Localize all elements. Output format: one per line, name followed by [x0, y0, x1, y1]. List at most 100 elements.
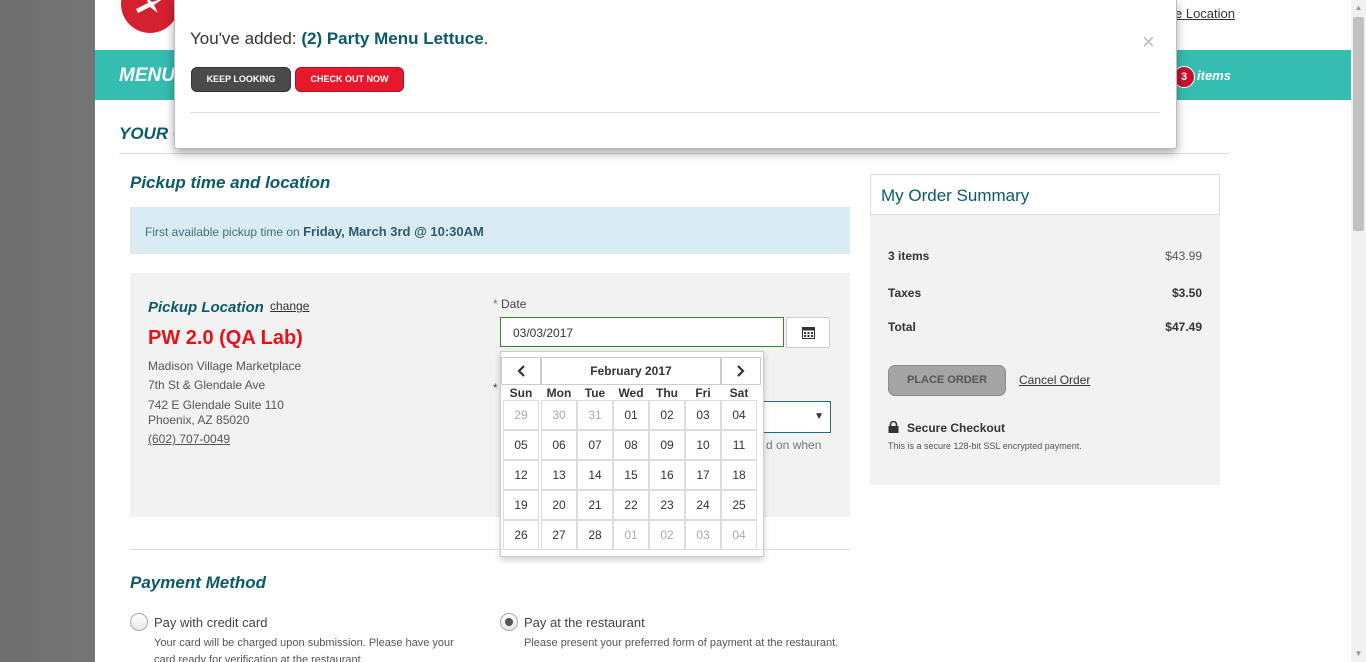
- calendar-button[interactable]: [786, 317, 830, 348]
- calendar-day[interactable]: 01: [613, 520, 649, 550]
- calendar-day[interactable]: 18: [721, 460, 757, 490]
- calendar-day[interactable]: 27: [541, 520, 577, 550]
- address-line-1: Madison Village Marketplace: [148, 359, 302, 373]
- pickup-location-title: Pickup Location: [148, 299, 264, 316]
- datepicker-next-button[interactable]: [721, 357, 761, 385]
- weekday-sun: Sun: [509, 386, 533, 400]
- weekday-thu: Thu: [656, 386, 678, 400]
- calendar-day[interactable]: 15: [613, 460, 649, 490]
- calendar-day[interactable]: 29: [503, 400, 539, 430]
- location-name: PW 2.0 (QA Lab): [148, 327, 303, 349]
- address-line-2: 7th St & Glendale Ave: [148, 378, 266, 392]
- chevron-right-icon: [737, 365, 745, 377]
- chevron-left-icon: [517, 365, 525, 377]
- datepicker: February 2017 Sun Mon Tue Wed Thu Fri Sat 29 30 3…: [500, 351, 764, 557]
- items-value: $43.99: [1165, 249, 1202, 263]
- modal-divider: [190, 112, 1160, 113]
- first-available-banner: First available pickup time on Friday, M…: [130, 207, 850, 254]
- calendar-day[interactable]: 26: [503, 520, 539, 550]
- date-input-value: 03/03/2017: [513, 326, 574, 340]
- calendar-day[interactable]: 05: [503, 430, 539, 460]
- order-summary: My Order Summary 3 items $43.99 Taxes $3…: [870, 174, 1220, 485]
- brand-logo[interactable]: [121, 0, 179, 33]
- weekday-sat: Sat: [729, 386, 749, 400]
- check-out-now-button[interactable]: CHECK OUT NOW: [295, 67, 404, 92]
- calendar-day[interactable]: 02: [649, 520, 685, 550]
- first-available-prefix: First available pickup time on: [145, 225, 300, 239]
- place-order-button[interactable]: PLACE ORDER: [888, 365, 1006, 396]
- cart-items-label: items: [1197, 68, 1231, 83]
- menu-link[interactable]: MENU: [119, 65, 175, 87]
- order-summary-header: My Order Summary: [870, 174, 1220, 215]
- calendar-icon: [802, 327, 815, 339]
- secure-checkout-title: Secure Checkout: [907, 421, 1006, 435]
- pay-credit-label[interactable]: Pay with credit card: [154, 615, 267, 630]
- time-help-text: d on when: [766, 438, 822, 452]
- change-pickup-location-link[interactable]: change: [270, 299, 309, 313]
- pickup-section-title: Pickup time and location: [130, 173, 331, 192]
- scrollbar[interactable]: ▲ ▼: [1351, 0, 1366, 662]
- added-suffix: .: [483, 29, 489, 48]
- calendar-day[interactable]: 21: [577, 490, 613, 520]
- pay-credit-description: Your card will be charged upon submissio…: [154, 637, 454, 662]
- calendar-day[interactable]: 12: [503, 460, 539, 490]
- added-to-cart-modal: You've added: (2) Party Menu Lettuce. KE…: [174, 0, 1177, 149]
- keep-looking-button[interactable]: KEEP LOOKING: [191, 67, 291, 92]
- secure-checkout-description: This is a secure 128-bit SSL encrypted p…: [888, 441, 1082, 451]
- scroll-down-icon[interactable]: ▼: [1351, 646, 1366, 662]
- calendar-day[interactable]: 07: [577, 430, 613, 460]
- calendar-day[interactable]: 20: [541, 490, 577, 520]
- total-value: $47.49: [1165, 320, 1202, 334]
- calendar-day[interactable]: 17: [685, 460, 721, 490]
- weekday-wed: Wed: [618, 386, 644, 400]
- calendar-day[interactable]: 16: [649, 460, 685, 490]
- scroll-up-icon[interactable]: ▲: [1351, 0, 1366, 16]
- cancel-order-link[interactable]: Cancel Order: [1019, 373, 1090, 387]
- datepicker-prev-button[interactable]: [501, 357, 541, 385]
- taxes-value: $3.50: [1171, 286, 1202, 300]
- calendar-day[interactable]: 08: [613, 430, 649, 460]
- calendar-day[interactable]: 24: [685, 490, 721, 520]
- calendar-day[interactable]: 25: [721, 490, 757, 520]
- calendar-day[interactable]: 04: [721, 520, 757, 550]
- calendar-day[interactable]: 22: [613, 490, 649, 520]
- date-input[interactable]: 03/03/2017: [500, 317, 784, 347]
- change-location-link[interactable]: e Location: [1175, 6, 1235, 21]
- calendar-day[interactable]: 06: [541, 430, 577, 460]
- dropdown-arrow-icon: ▼: [814, 411, 824, 422]
- calendar-day[interactable]: 04: [721, 400, 757, 430]
- calendar-day[interactable]: 31: [577, 400, 613, 430]
- calendar-day[interactable]: 02: [649, 400, 685, 430]
- first-available-text: First available pickup time on Friday, M…: [145, 224, 484, 239]
- calendar-day[interactable]: 19: [503, 490, 539, 520]
- first-available-value: Friday, March 3rd @ 10:30AM: [303, 224, 484, 239]
- total-label: Total: [888, 320, 916, 334]
- items-label: 3 items: [888, 249, 930, 263]
- close-icon[interactable]: ×: [1142, 31, 1155, 53]
- pay-credit-radio[interactable]: [130, 613, 148, 631]
- secure-checkout: Secure Checkout: [888, 421, 1005, 435]
- calendar-day[interactable]: 09: [649, 430, 685, 460]
- calendar-day[interactable]: 01: [613, 400, 649, 430]
- scrollbar-thumb[interactable]: [1353, 17, 1364, 231]
- calendar-day[interactable]: 10: [685, 430, 721, 460]
- calendar-day[interactable]: 14: [577, 460, 613, 490]
- calendar-day[interactable]: 11: [721, 430, 757, 460]
- calendar-day[interactable]: 13: [541, 460, 577, 490]
- pay-restaurant-description: Please present your preferred form of pa…: [524, 637, 839, 649]
- datepicker-month-title[interactable]: February 2017: [541, 357, 721, 385]
- phone-link[interactable]: (602) 707-0049: [148, 432, 230, 446]
- divider: [130, 549, 850, 550]
- weekday-tue: Tue: [584, 386, 606, 400]
- calendar-day[interactable]: 28: [577, 520, 613, 550]
- pay-restaurant-radio[interactable]: [500, 613, 518, 631]
- time-required-star: *: [493, 381, 498, 395]
- pay-restaurant-label[interactable]: Pay at the restaurant: [524, 615, 645, 630]
- lock-icon: [888, 421, 899, 433]
- calendar-day[interactable]: 23: [649, 490, 685, 520]
- calendar-day[interactable]: 03: [685, 400, 721, 430]
- address-line-3: 742 E Glendale Suite 110: [148, 398, 284, 412]
- calendar-day[interactable]: 30: [541, 400, 577, 430]
- calendar-day[interactable]: 03: [685, 520, 721, 550]
- logo-icon: [136, 0, 162, 13]
